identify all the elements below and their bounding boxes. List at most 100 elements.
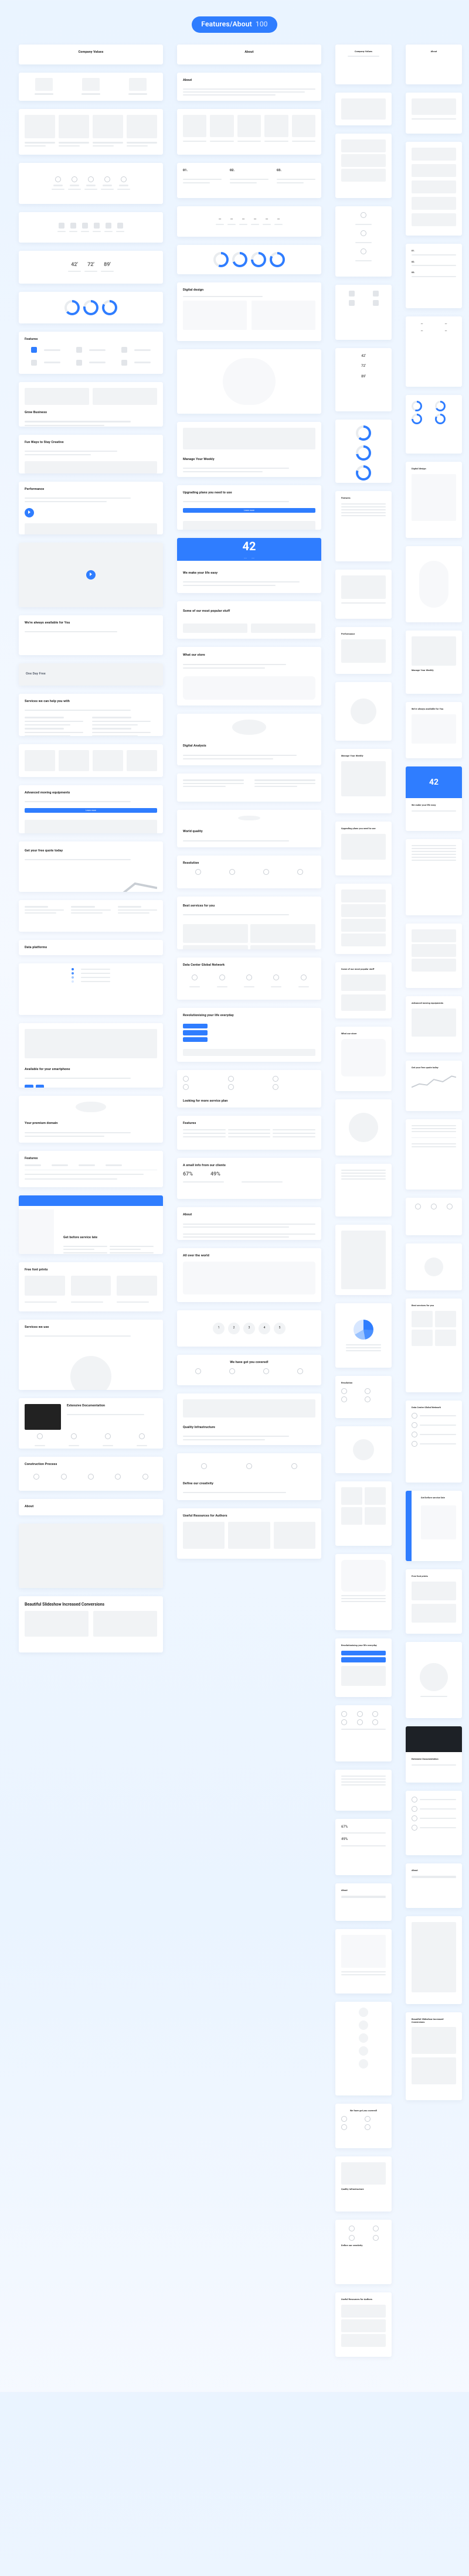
m-card: Resolution (335, 1376, 392, 1418)
cta-button[interactable] (183, 1037, 208, 1042)
card-looking-more: Looking for more service plan (177, 1070, 321, 1108)
m-card: Some of our most popular stuff (335, 962, 392, 1018)
cta-button[interactable] (183, 1030, 208, 1035)
card-digital-analysis: Digital Analysis (177, 714, 321, 765)
card-two-para (177, 774, 321, 802)
badge-label: Features/About (201, 20, 252, 29)
cta-button[interactable] (183, 1024, 208, 1029)
section-badge: Features/About 100 (192, 16, 277, 33)
card-all-over: All over the world (177, 1248, 321, 1302)
s-card-rings (406, 395, 462, 454)
card-about-title: About (177, 45, 321, 64)
card-five-icons (19, 163, 163, 204)
card-available: We're always available for You (19, 615, 163, 655)
cta-button[interactable]: Learn more (183, 508, 315, 513)
card-feature-list-columns: Features (177, 1116, 321, 1150)
card-premium-domain: Your premium domain (19, 1096, 163, 1143)
card-big-stat: 42 ———— We make your life easy (177, 538, 321, 593)
card-services-help: Services we can help you with (19, 694, 163, 736)
card-get-before-late: Get before service late (19, 1195, 163, 1254)
card-grow-business: Grow Business (19, 382, 163, 427)
card-resolution: Resolution (177, 856, 321, 888)
m-card: Performance (335, 627, 392, 674)
cta-button[interactable]: Learn more (25, 808, 157, 813)
badge-count: 100 (256, 20, 268, 29)
s-card: Digital design (406, 462, 462, 538)
m-card: Manage Your Weekly (335, 749, 392, 813)
card-extensive-docs: Extensive Documentation (19, 1398, 163, 1449)
m-card: What our store (335, 1027, 392, 1091)
card-construction: Construction Process (19, 1457, 163, 1491)
s-card (406, 142, 462, 236)
card-about-columns: About (177, 1207, 321, 1240)
s-card: — — — — (406, 316, 462, 387)
card-video (19, 543, 163, 607)
m-card (335, 1929, 392, 1994)
m-card (335, 206, 392, 277)
s-card: Data Center Global Network (406, 1401, 462, 1483)
m-card (335, 134, 392, 198)
s-card (406, 1198, 462, 1235)
s-card (406, 1791, 462, 1855)
m-card (335, 1164, 392, 1217)
store-button[interactable] (36, 1085, 45, 1087)
m-card: Features (335, 491, 392, 561)
m-card (335, 1705, 392, 1761)
card-quality-infra: Quality Infrastructure (177, 1393, 321, 1445)
m-card: Company Values (335, 45, 392, 84)
m-card (335, 682, 392, 741)
m-card: 67% 49% (335, 1819, 392, 1875)
s-card (406, 93, 462, 134)
m-card-rings (335, 420, 392, 483)
card-company-values: Company Values (19, 45, 163, 64)
m-card (335, 93, 392, 125)
card-smartphone: Available for your smartphone (19, 1023, 163, 1088)
card-world-quality: World quality (177, 810, 321, 847)
m-card: Quality Infrastructure (335, 2156, 392, 2212)
s-card: Beautiful Slideshow Increased Conversion… (406, 2012, 462, 2100)
m-card: We have got you covered! (335, 2104, 392, 2148)
play-icon[interactable] (86, 570, 96, 580)
card-three-rings (19, 292, 163, 323)
s-card (406, 924, 462, 988)
card-fun-ways: Fun Ways to Stay Creative (19, 435, 163, 473)
m-card (335, 1554, 392, 1630)
m-card: Define our creativity (335, 2220, 392, 2284)
card-features-tabs: Features (19, 1151, 163, 1187)
m-card (335, 1770, 392, 1811)
card-define-creativity: Define our creativity (177, 1453, 321, 1500)
store-button[interactable] (25, 1085, 33, 1087)
s-card: Free font prints (406, 1569, 462, 1634)
card-six-outline-icons (19, 212, 163, 243)
s-card: Best services for you (406, 1299, 462, 1392)
card-we-covered: We have got you covered! (177, 1355, 321, 1385)
card-steps-1to5: 1 2 3 4 5 (177, 1310, 321, 1347)
card-about-strip: About (19, 1499, 163, 1515)
s-card: Advanced moving equipments (406, 996, 462, 1052)
card-four-rings (177, 245, 321, 274)
s-card: Manage Your Weekly (406, 631, 462, 694)
s-card (406, 1119, 462, 1190)
card-advanced-moving: Advanced moving equipments Learn more (19, 785, 163, 833)
m-card (335, 1225, 392, 1295)
m-card (335, 2002, 392, 2095)
card-wide-image (19, 1524, 163, 1588)
card-features-grid: Features (19, 332, 163, 374)
m-card-pie (335, 1303, 392, 1368)
m-card: About (335, 1883, 392, 1921)
s-card (406, 1243, 462, 1290)
card-stats-ticks: 42' 72' 89' (19, 251, 163, 284)
card-revolutionising: Revolutionising your life everyday (177, 1008, 321, 1062)
card-free-font-prints: Free font prints (19, 1262, 163, 1311)
m-card: Useful Resources for Authors (335, 2292, 392, 2357)
card-data-center: Data Center Global Network (177, 958, 321, 1000)
card-pie (19, 963, 163, 1015)
m-card (335, 1426, 392, 1473)
card-small-info: A small info from our clients 67% 49% (177, 1158, 321, 1199)
card-what-store: What our store (177, 647, 321, 706)
title: Company Values (25, 50, 157, 54)
s-card (406, 546, 462, 622)
card-five-boxes (177, 109, 321, 155)
s-card: We're always available for You (406, 702, 462, 758)
play-icon[interactable] (25, 508, 34, 517)
